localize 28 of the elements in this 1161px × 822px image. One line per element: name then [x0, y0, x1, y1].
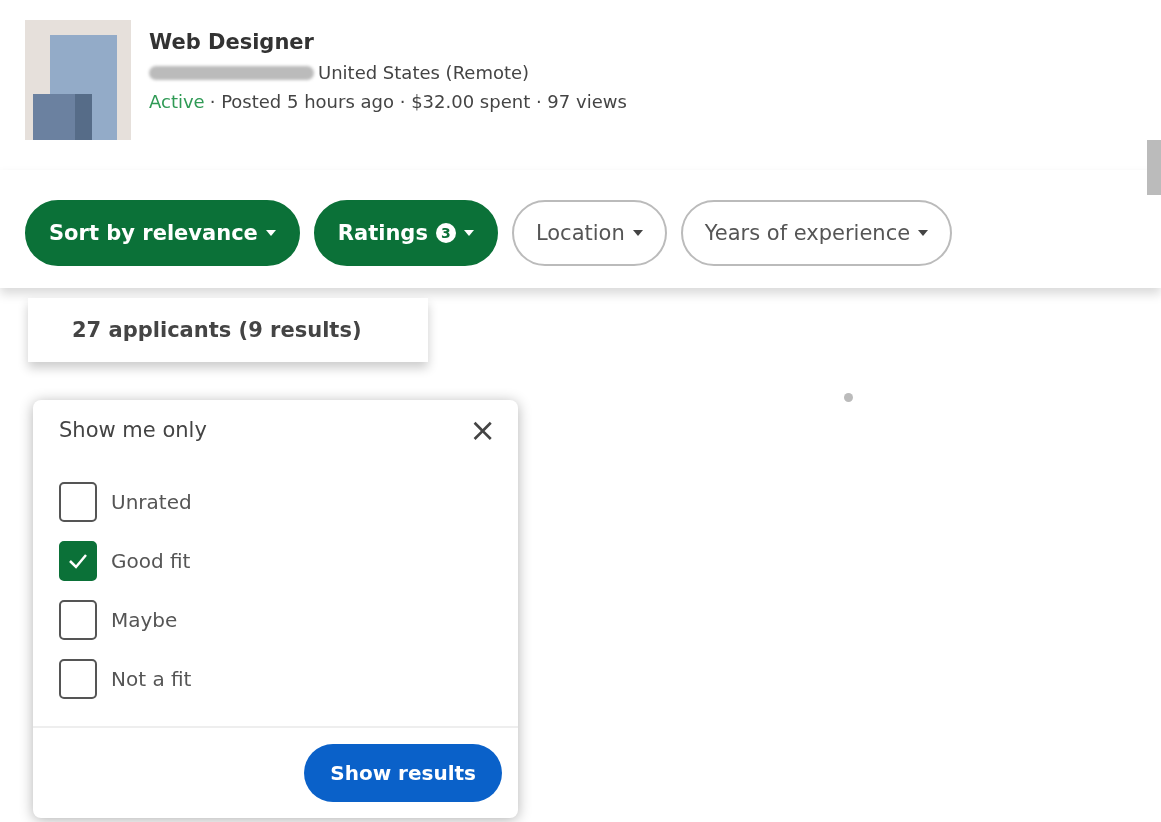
caret-icon [265, 230, 276, 236]
close-button[interactable]: × [469, 414, 496, 446]
option-label: Maybe [111, 607, 178, 632]
checkbox[interactable] [59, 599, 97, 640]
logo-icon [25, 20, 131, 140]
checkbox[interactable] [59, 481, 97, 522]
filter-chip[interactable]: Sort by relevance [25, 200, 300, 266]
filter-chip[interactable]: Years of experience [680, 200, 953, 266]
filter-chip[interactable]: Ratings 3 [313, 200, 498, 266]
job-location: United States (Remote) [318, 62, 530, 83]
loading-dot [844, 393, 853, 402]
checkbox[interactable] [59, 540, 97, 581]
option-label: Unrated [111, 489, 192, 514]
scrollbar-thumb[interactable] [1147, 140, 1161, 195]
job-meta: · Posted 5 hours ago · $32.00 spent · 97 views [209, 91, 627, 112]
job-title: Web Designer [149, 30, 315, 54]
count-badge: 3 [435, 223, 456, 243]
option-label: Good fit [111, 548, 191, 573]
caret-icon [632, 230, 643, 236]
show-results-button[interactable]: Show results [304, 744, 502, 802]
popup-title: Show me only [59, 418, 207, 442]
results-count: 27 applicants (9 results) [28, 298, 428, 362]
filter-chip[interactable]: Location [511, 200, 667, 266]
job-status: Active [149, 91, 205, 112]
checkbox[interactable] [59, 658, 97, 699]
caret-icon [918, 230, 929, 236]
caret-icon [463, 230, 474, 236]
option-label: Not a fit [111, 666, 192, 691]
